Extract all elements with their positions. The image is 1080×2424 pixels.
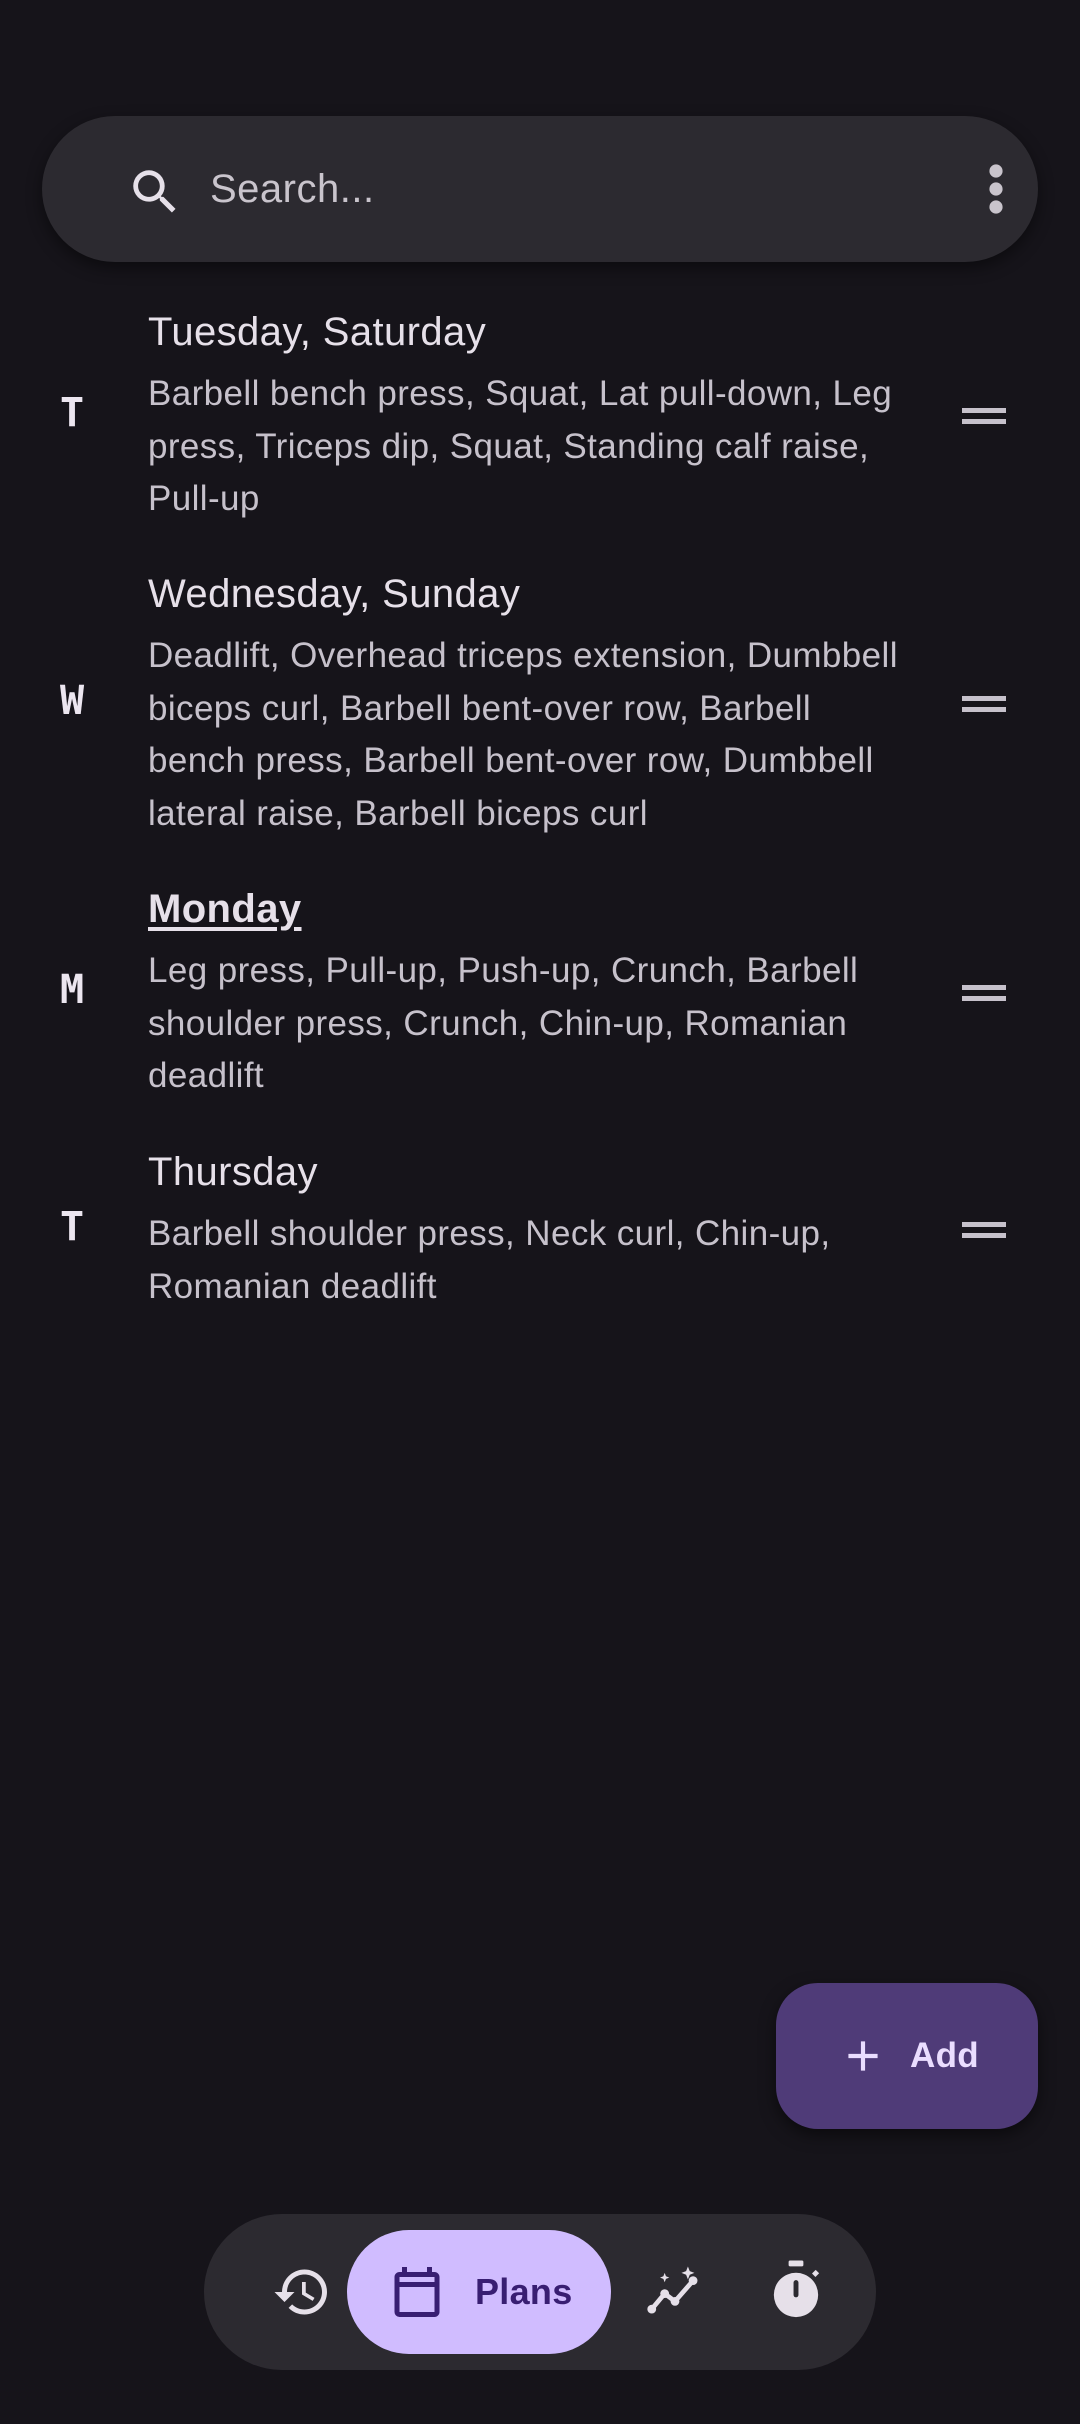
nav-plans[interactable]: Plans xyxy=(347,2230,611,2354)
plan-day-letter: W xyxy=(59,678,85,724)
plan-exercises: Leg press, Pull-up, Push-up, Crunch, Bar… xyxy=(148,951,859,1095)
plan-exercises: Barbell bench press, Squat, Lat pull-dow… xyxy=(148,374,893,518)
plan-day-letter: T xyxy=(59,390,85,436)
nav-graphs[interactable] xyxy=(614,2214,734,2370)
drag-handle-icon[interactable] xyxy=(962,405,1006,427)
more-vert-icon[interactable] xyxy=(972,162,1020,216)
plans-screen: Search... T Tuesday, Saturday Barbell be… xyxy=(0,0,1080,2424)
plan-item-tuesday-saturday[interactable]: T Tuesday, Saturday Barbell bench press,… xyxy=(0,310,1080,520)
calendar-icon xyxy=(394,2267,440,2317)
search-icon xyxy=(133,170,176,213)
plan-days-title: Thursday xyxy=(148,1150,318,1194)
drag-handle-icon[interactable] xyxy=(962,693,1006,715)
plan-days-title: Monday xyxy=(148,887,302,931)
plus-icon xyxy=(848,2041,878,2071)
plan-item-monday[interactable]: M Monday Leg press, Pull-up, Push-up, Cr… xyxy=(0,887,1080,1097)
history-icon xyxy=(274,2269,327,2315)
nav-history[interactable] xyxy=(248,2214,358,2370)
timer-icon xyxy=(773,2260,820,2318)
drag-handle-icon[interactable] xyxy=(962,1219,1006,1241)
nav-plans-label: Plans xyxy=(475,2271,573,2312)
plan-item-wednesday-sunday[interactable]: W Wednesday, Sunday Deadlift, Overhead t… xyxy=(0,572,1080,838)
plan-day-letter: T xyxy=(59,1204,85,1250)
nav-timer[interactable] xyxy=(742,2214,852,2370)
search-bar[interactable]: Search... xyxy=(42,116,1038,262)
add-button-label: Add xyxy=(910,2036,979,2075)
bottom-navigation: Plans xyxy=(204,2214,876,2370)
plan-day-letter: M xyxy=(59,967,85,1013)
search-input[interactable]: Search... xyxy=(210,116,375,262)
add-plan-button[interactable]: Add xyxy=(776,1983,1038,2129)
plan-item-thursday[interactable]: T Thursday Barbell shoulder press, Neck … xyxy=(0,1150,1080,1310)
plan-exercises: Deadlift, Overhead triceps extension, Du… xyxy=(148,636,898,833)
plan-days-title: Tuesday, Saturday xyxy=(148,310,487,354)
plan-exercises: Barbell shoulder press, Neck curl, Chin-… xyxy=(148,1214,831,1306)
graph-icon xyxy=(647,2266,698,2314)
drag-handle-icon[interactable] xyxy=(962,982,1006,1004)
plan-days-title: Wednesday, Sunday xyxy=(148,572,521,616)
